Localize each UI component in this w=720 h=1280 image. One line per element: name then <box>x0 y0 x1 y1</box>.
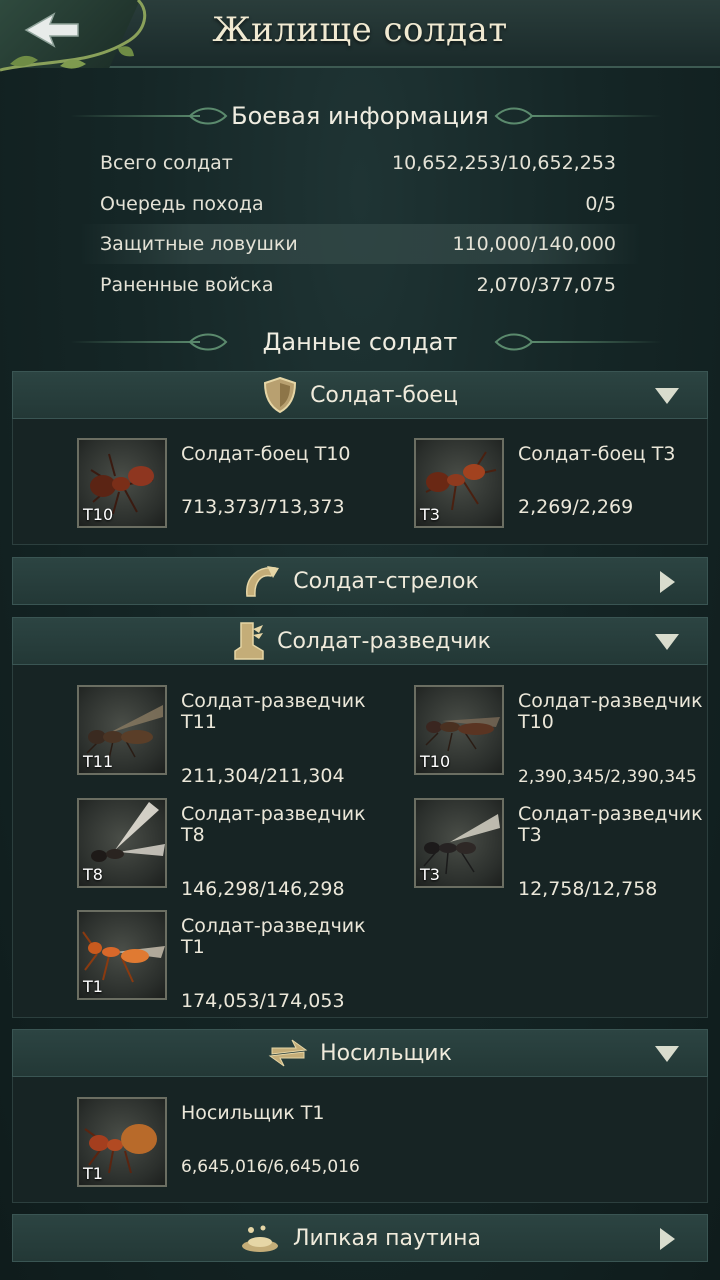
chevron-down-icon <box>655 634 679 650</box>
unit-portrait: T3 <box>414 438 504 528</box>
unit-count: 2,269/2,269 <box>518 496 634 518</box>
category-warrior-panel: T10 Солдат-боец T10 713,373/713,373 T3 С… <box>12 419 708 545</box>
chevron-down-icon <box>655 388 679 404</box>
leaf-ornament-icon <box>188 333 228 351</box>
unit-name: Солдат-разведчик T1 <box>181 915 366 958</box>
category-scout-panel: T11 Солдат-разведчик T11 211,304/211,304… <box>12 665 708 1018</box>
unit-portrait: T1 <box>77 1097 167 1187</box>
ornament-line <box>70 341 200 343</box>
unit-count: 12,758/12,758 <box>518 878 658 900</box>
unit-count: 146,298/146,298 <box>181 878 345 900</box>
tier-badge: T11 <box>83 752 114 771</box>
unit-card[interactable]: T10 Солдат-боец T10 713,373/713,373 <box>77 438 397 530</box>
category-carrier-panel: T1 Носильщик T1 6,645,016/6,645,016 <box>12 1077 708 1203</box>
battle-info-title: Боевая информация <box>231 102 489 130</box>
unit-name: Солдат-разведчик T8 <box>181 803 366 846</box>
info-value: 10,652,253/10,652,253 <box>392 152 616 174</box>
unit-count: 2,390,345/2,390,345 <box>518 767 697 787</box>
unit-portrait: T8 <box>77 798 167 888</box>
boot-icon <box>234 622 264 660</box>
info-value: 0/5 <box>585 193 616 215</box>
unit-portrait: T10 <box>414 685 504 775</box>
leaf-ornament-icon <box>494 333 534 351</box>
unit-card[interactable]: T8 Солдат-разведчик T8 146,298/146,298 <box>77 798 397 900</box>
category-label: Носильщик <box>320 1040 452 1066</box>
unit-card[interactable]: T3 Солдат-разведчик T3 12,758/12,758 <box>414 798 720 900</box>
tier-badge: T8 <box>83 865 103 884</box>
tier-badge: T1 <box>83 977 103 996</box>
unit-portrait: T3 <box>414 798 504 888</box>
unit-name: Солдат-разведчик T10 <box>518 690 703 733</box>
header-bar: Жилище солдат <box>0 0 720 72</box>
unit-card[interactable]: T11 Солдат-разведчик T11 211,304/211,304 <box>77 685 397 787</box>
page-title: Жилище солдат <box>212 10 508 50</box>
web-trap-icon <box>241 1225 278 1252</box>
chevron-right-icon <box>660 571 675 593</box>
tier-badge: T10 <box>420 752 451 771</box>
soldier-data-heading: Данные солдат <box>0 326 720 358</box>
chevron-right-icon <box>660 1228 675 1250</box>
info-row-march-queue: Очередь похода 0/5 <box>80 184 640 224</box>
tier-badge: T3 <box>420 505 440 524</box>
unit-portrait: T1 <box>77 910 167 1000</box>
info-label: Очередь похода <box>100 193 264 215</box>
category-label: Солдат-разведчик <box>277 628 491 654</box>
unit-card[interactable]: T1 Носильщик T1 6,645,016/6,645,016 <box>77 1097 397 1189</box>
battle-info-heading: Боевая информация <box>0 100 720 132</box>
category-label: Солдат-стрелок <box>293 568 479 594</box>
tier-badge: T10 <box>83 505 114 524</box>
unit-portrait: T11 <box>77 685 167 775</box>
info-value: 2,070/377,075 <box>476 274 616 296</box>
info-label: Защитные ловушки <box>100 233 298 255</box>
ornament-line <box>532 115 662 117</box>
soldier-data-title: Данные солдат <box>262 328 458 356</box>
unit-name: Солдат-разведчик T3 <box>518 803 703 846</box>
info-row-defense-traps: Защитные ловушки 110,000/140,000 <box>80 224 640 264</box>
shield-icon <box>264 376 297 414</box>
category-label: Липкая паутина <box>292 1225 482 1251</box>
category-label: Солдат-боец <box>310 382 458 408</box>
info-label: Всего солдат <box>100 152 233 174</box>
category-shooter-header[interactable]: Солдат-стрелок <box>12 557 708 605</box>
category-scout-header[interactable]: Солдат-разведчик <box>12 617 708 665</box>
unit-card[interactable]: T10 Солдат-разведчик T10 2,390,345/2,390… <box>414 685 720 787</box>
info-row-total-soldiers: Всего солдат 10,652,253/10,652,253 <box>80 143 640 183</box>
info-row-wounded-troops: Раненные войска 2,070/377,075 <box>80 265 640 305</box>
bow-icon <box>246 566 280 597</box>
leaf-ornament-icon <box>494 107 534 125</box>
unit-card[interactable]: T3 Солдат-боец T3 2,269/2,269 <box>414 438 720 530</box>
category-warrior-header[interactable]: Солдат-боец <box>12 371 708 419</box>
unit-card[interactable]: T1 Солдат-разведчик T1 174,053/174,053 <box>77 910 397 1012</box>
category-sticky-web-header[interactable]: Липкая паутина <box>12 1214 708 1262</box>
tier-badge: T3 <box>420 865 440 884</box>
ornament-line <box>70 115 200 117</box>
unit-count: 174,053/174,053 <box>181 990 345 1012</box>
unit-count: 211,304/211,304 <box>181 765 345 787</box>
chevron-down-icon <box>655 1046 679 1062</box>
leaf-ornament-icon <box>188 107 228 125</box>
unit-count: 6,645,016/6,645,016 <box>181 1157 360 1177</box>
info-label: Раненные войска <box>100 274 274 296</box>
category-carrier-header[interactable]: Носильщик <box>12 1029 708 1077</box>
unit-portrait: T10 <box>77 438 167 528</box>
ornament-line <box>532 341 662 343</box>
unit-name: Солдат-боец T10 <box>181 443 351 465</box>
unit-name: Солдат-разведчик T11 <box>181 690 366 733</box>
unit-name: Солдат-боец T3 <box>518 443 676 465</box>
unit-count: 713,373/713,373 <box>181 496 345 518</box>
unit-name: Носильщик T1 <box>181 1102 325 1124</box>
tier-badge: T1 <box>83 1164 103 1183</box>
transfer-arrows-icon <box>268 1039 308 1067</box>
info-value: 110,000/140,000 <box>452 233 616 255</box>
